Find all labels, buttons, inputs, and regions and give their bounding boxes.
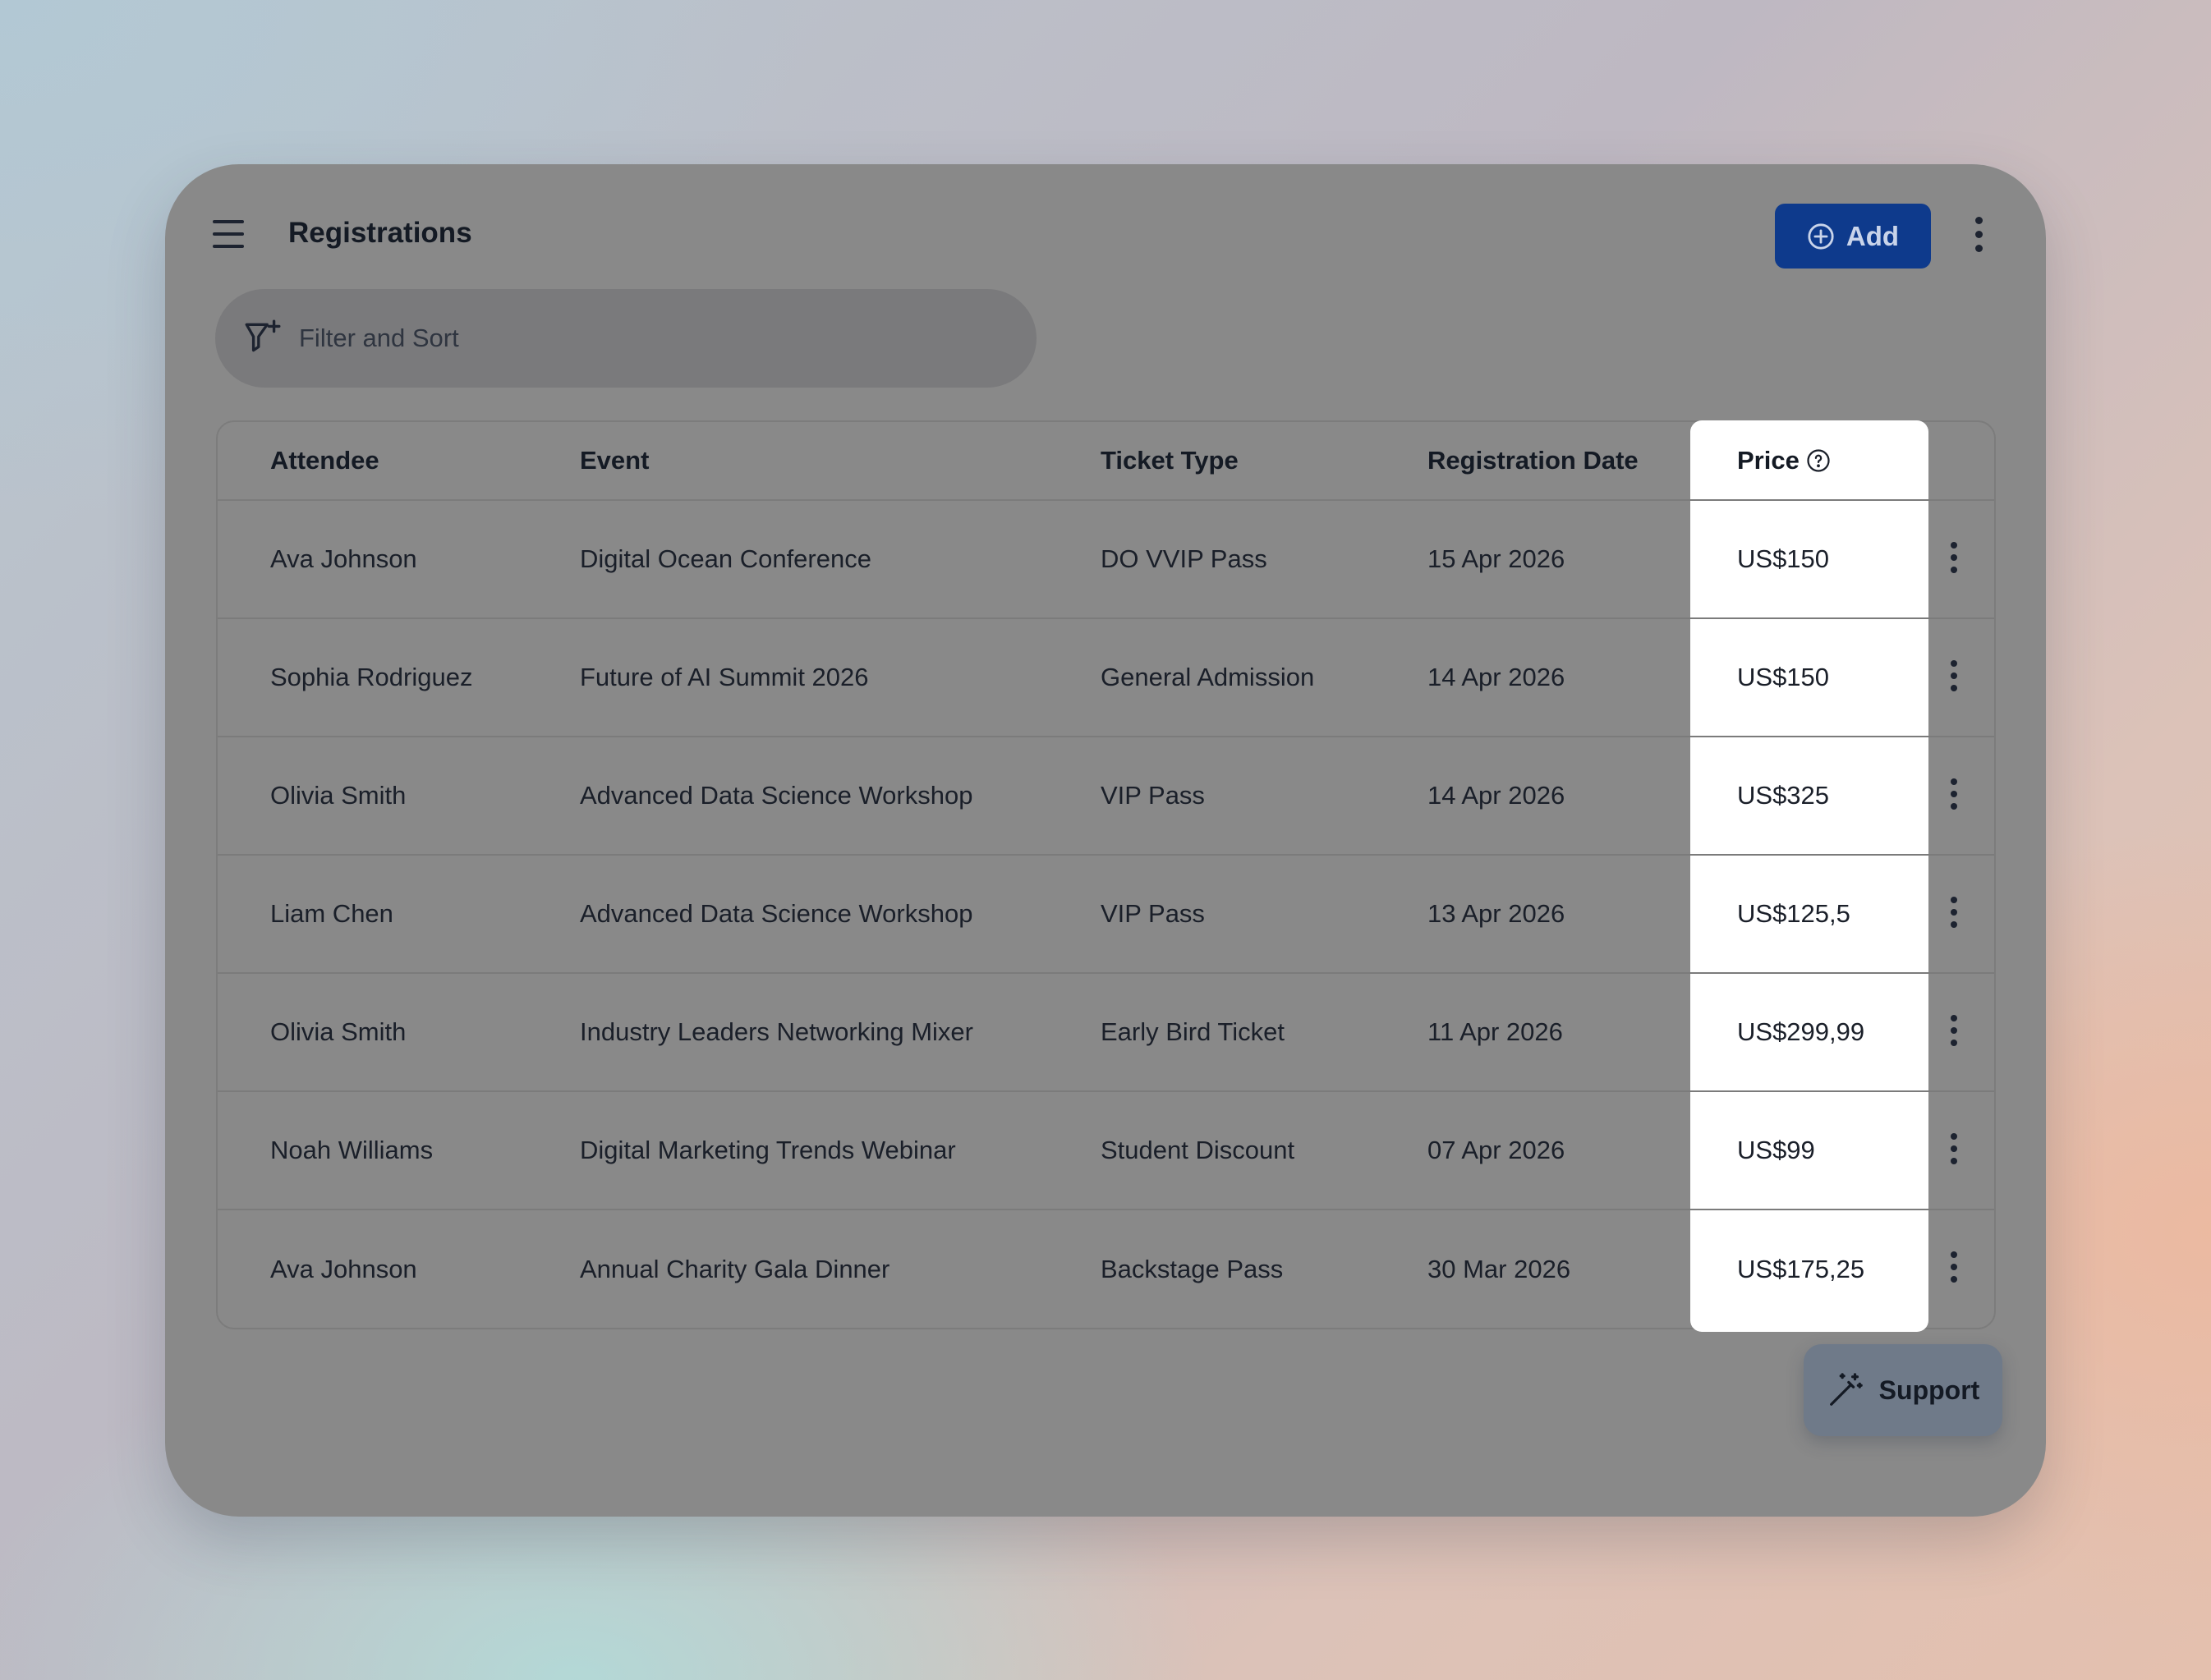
registration-date-cell: 11 Apr 2026: [1427, 1017, 1563, 1046]
price-cell: US$150: [1737, 663, 1830, 691]
event-cell: Annual Charity Gala Dinner: [580, 1255, 890, 1283]
row-more-icon[interactable]: [1947, 660, 1960, 696]
price-header-label: Price: [1737, 446, 1800, 475]
row-more-icon[interactable]: [1947, 1133, 1960, 1169]
row-more-icon[interactable]: [1947, 1251, 1960, 1288]
help-circle-icon[interactable]: [1806, 448, 1831, 473]
ticket-type-cell: Backstage Pass: [1101, 1255, 1284, 1283]
ticket-type-cell: DO VVIP Pass: [1101, 544, 1267, 573]
table-header: Attendee Event Ticket Type Registration …: [218, 422, 1994, 501]
table-row[interactable]: Noah Williams Digital Marketing Trends W…: [218, 1092, 1994, 1210]
support-button[interactable]: Support: [1804, 1344, 2002, 1436]
event-cell: Industry Leaders Networking Mixer: [580, 1017, 973, 1046]
table-row[interactable]: Olivia Smith Advanced Data Science Works…: [218, 737, 1994, 856]
add-button[interactable]: Add: [1775, 204, 1931, 269]
registration-date-cell: 14 Apr 2026: [1427, 663, 1565, 691]
row-more-icon[interactable]: [1947, 778, 1960, 815]
table-row[interactable]: Ava Johnson Digital Ocean Conference DO …: [218, 501, 1994, 619]
event-cell: Digital Marketing Trends Webinar: [580, 1136, 956, 1164]
attendee-cell: Ava Johnson: [270, 544, 417, 573]
price-cell: US$175,25: [1737, 1255, 1865, 1283]
attendee-cell: Ava Johnson: [270, 1255, 417, 1283]
ticket-type-cell: VIP Pass: [1101, 781, 1205, 810]
filter-plus-icon: [245, 319, 281, 352]
registration-date-cell: 30 Mar 2026: [1427, 1255, 1571, 1283]
price-cell: US$299,99: [1737, 1017, 1865, 1046]
add-button-label: Add: [1846, 220, 1900, 251]
filter-placeholder: Filter and Sort: [299, 324, 459, 352]
table-row[interactable]: Olivia Smith Industry Leaders Networking…: [218, 974, 1994, 1092]
attendee-cell: Olivia Smith: [270, 1017, 407, 1046]
filter-and-sort-input[interactable]: Filter and Sort: [215, 289, 1037, 388]
hamburger-menu-icon[interactable]: [213, 220, 244, 248]
page-title: Registrations: [288, 217, 472, 249]
registrations-card: Registrations Add Filter and Sort Attend…: [165, 164, 2046, 1517]
support-button-label: Support: [1878, 1375, 1980, 1405]
attendee-cell: Olivia Smith: [270, 781, 407, 810]
event-cell: Digital Ocean Conference: [580, 544, 871, 573]
header: Registrations Add: [165, 164, 2046, 304]
price-cell: US$99: [1737, 1136, 1815, 1164]
table-row[interactable]: Sophia Rodriguez Future of AI Summit 202…: [218, 619, 1994, 737]
ticket-type-cell: General Admission: [1101, 663, 1315, 691]
column-header-price[interactable]: Price: [1737, 422, 1831, 499]
row-more-icon[interactable]: [1947, 897, 1960, 933]
table-row[interactable]: Ava Johnson Annual Charity Gala Dinner B…: [218, 1210, 1994, 1329]
registration-date-cell: 15 Apr 2026: [1427, 544, 1565, 573]
ticket-type-cell: VIP Pass: [1101, 899, 1205, 928]
row-more-icon[interactable]: [1947, 1015, 1960, 1051]
row-more-icon[interactable]: [1947, 542, 1960, 578]
price-cell: US$325: [1737, 781, 1830, 810]
price-cell: US$125,5: [1737, 899, 1850, 928]
attendee-cell: Liam Chen: [270, 899, 393, 928]
column-header-ticket-type[interactable]: Ticket Type: [1101, 422, 1239, 499]
column-header-attendee[interactable]: Attendee: [270, 422, 379, 499]
add-circle-icon: [1808, 223, 1834, 250]
event-cell: Future of AI Summit 2026: [580, 663, 869, 691]
attendee-cell: Noah Williams: [270, 1136, 434, 1164]
column-header-registration-date[interactable]: Registration Date: [1427, 422, 1639, 499]
event-cell: Advanced Data Science Workshop: [580, 899, 973, 928]
table-row[interactable]: Liam Chen Advanced Data Science Workshop…: [218, 856, 1994, 974]
ticket-type-cell: Student Discount: [1101, 1136, 1295, 1164]
registration-date-cell: 13 Apr 2026: [1427, 899, 1565, 928]
event-cell: Advanced Data Science Workshop: [580, 781, 973, 810]
registrations-table: Attendee Event Ticket Type Registration …: [216, 420, 1996, 1332]
ticket-type-cell: Early Bird Ticket: [1101, 1017, 1285, 1046]
attendee-cell: Sophia Rodriguez: [270, 663, 473, 691]
more-vertical-icon[interactable]: [1972, 217, 1985, 255]
registration-date-cell: 14 Apr 2026: [1427, 781, 1565, 810]
column-header-event[interactable]: Event: [580, 422, 649, 499]
magic-wand-icon: [1829, 1373, 1863, 1406]
registration-date-cell: 07 Apr 2026: [1427, 1136, 1565, 1164]
price-cell: US$150: [1737, 544, 1830, 573]
